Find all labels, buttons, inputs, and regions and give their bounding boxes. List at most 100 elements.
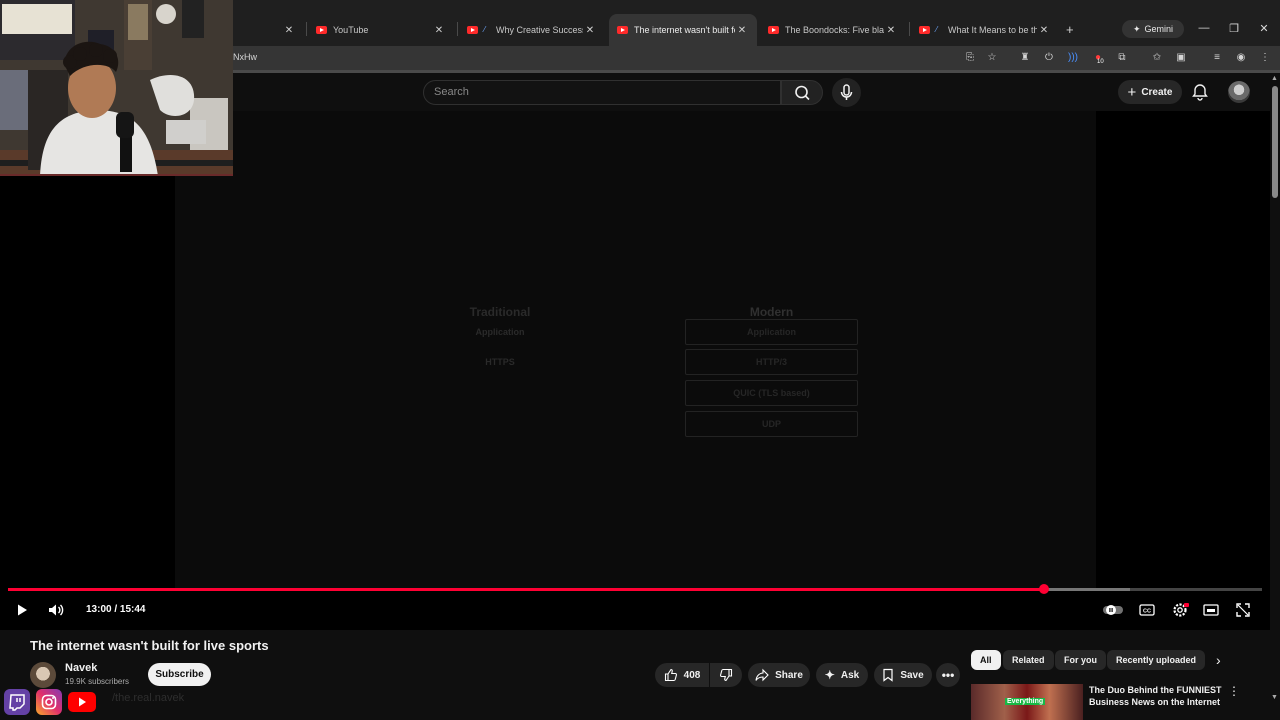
social-icons-overlay (4, 689, 96, 715)
install-app-icon[interactable]: ⎘ (963, 51, 977, 65)
browser-tab[interactable]: ✕ (232, 14, 304, 46)
video-protocol-box: HTTP/3 (685, 349, 858, 375)
chip-recently-uploaded[interactable]: Recently uploaded (1107, 650, 1206, 670)
search-input[interactable]: Search (423, 80, 781, 105)
create-label: Create (1141, 86, 1173, 98)
time-display: 13:00 / 15:44 (86, 604, 146, 615)
play-button[interactable] (12, 600, 32, 620)
tab-close-icon[interactable]: ✕ (583, 25, 597, 36)
play-icon (18, 604, 27, 616)
reading-list-icon[interactable]: ≡ (1210, 51, 1224, 65)
autoplay-toggle[interactable] (1102, 600, 1124, 620)
video-title: The internet wasn't built for live sport… (30, 638, 269, 653)
tab-label: The internet wasn't built for l (634, 25, 735, 35)
notifications-button[interactable] (1190, 82, 1210, 102)
chip-related[interactable]: Related (1003, 650, 1054, 670)
save-button[interactable]: Save (874, 663, 932, 687)
address-bar-url[interactable]: NxHw (233, 52, 257, 62)
thumbs-up-icon (664, 668, 677, 682)
gemini-label: Gemini (1144, 24, 1174, 34)
dislike-button[interactable] (710, 663, 742, 687)
video-frame (175, 111, 1096, 591)
stream-handle-text: /the.real.navek (112, 692, 185, 704)
miniplayer-button[interactable] (1201, 600, 1221, 620)
captions-button[interactable]: CC (1137, 600, 1157, 620)
split-view-icon[interactable]: ▣ (1174, 51, 1188, 65)
gemini-button[interactable]: ✦ Gemini (1122, 20, 1184, 38)
ask-button[interactable]: ✦ Ask (816, 663, 868, 687)
browser-tab[interactable]: The Boondocks: Five black M ✕ (760, 14, 906, 46)
scrollbar-thumb[interactable] (1272, 86, 1278, 198)
scroll-down-arrow-icon[interactable]: ▼ (1271, 694, 1278, 701)
video-protocol-box: QUIC (TLS based) (685, 380, 858, 406)
puzzle-extensions-icon[interactable]: ⧉ (1115, 51, 1129, 65)
minimize-icon[interactable]: — (1196, 22, 1212, 34)
tab-separator (457, 22, 458, 36)
video-left-line: Application (475, 327, 525, 337)
volume-button[interactable] (46, 600, 66, 620)
tab-close-icon[interactable]: ✕ (884, 25, 898, 36)
search-icon (795, 85, 810, 101)
chevron-right-icon[interactable]: › (1216, 652, 1221, 668)
more-actions-button[interactable]: ••• (936, 663, 960, 687)
chip-all[interactable]: All (971, 650, 1001, 670)
browser-tab[interactable]: YouTube ✕ (308, 14, 454, 46)
tab-close-icon[interactable]: ✕ (432, 25, 446, 36)
maximize-icon[interactable]: ❐ (1226, 22, 1242, 35)
fullscreen-icon (1236, 603, 1250, 617)
settings-button[interactable] (1169, 600, 1191, 620)
fullscreen-button[interactable] (1233, 600, 1253, 620)
tab-separator (306, 22, 307, 36)
like-button[interactable]: 408 (655, 663, 709, 687)
audio-icon: ⁄ (936, 25, 938, 34)
miniplayer-icon (1203, 604, 1219, 616)
channel-name[interactable]: Navek (65, 662, 97, 674)
tab-close-icon[interactable]: ✕ (282, 25, 296, 36)
extension-badge: 10 (1097, 59, 1104, 65)
captions-icon: CC (1139, 604, 1155, 616)
create-button[interactable]: + Create (1118, 80, 1182, 104)
browser-tab[interactable]: ⁄ Why Creative Success De ✕ (459, 14, 605, 46)
save-label: Save (900, 669, 924, 681)
share-icon (755, 668, 769, 682)
share-button[interactable]: Share (748, 663, 810, 687)
autoplay-icon (1103, 605, 1123, 615)
subscribe-button[interactable]: Subscribe (148, 663, 211, 686)
video-left-heading: Traditional (469, 305, 531, 319)
webcam-person-image (0, 0, 233, 174)
browser-tab[interactable]: ⁄ What It Means to be the ✕ (911, 14, 1059, 46)
youtube-favicon-icon (919, 26, 930, 34)
power-extension-icon[interactable]: ⏻ (1042, 51, 1056, 65)
account-avatar[interactable] (1228, 81, 1250, 103)
profile-icon[interactable]: ◉ (1234, 51, 1248, 65)
audio-extension-icon[interactable]: ))) (1066, 51, 1080, 65)
tab-close-icon[interactable]: ✕ (1037, 25, 1051, 36)
subscriber-count: 19.9K subscribers (65, 677, 130, 686)
recommended-video-title[interactable]: The Duo Behind the FUNNIEST Business New… (1089, 684, 1223, 720)
new-tab-plus-icon[interactable]: + (1066, 22, 1074, 37)
browser-tab-active[interactable]: The internet wasn't built for l ✕ (609, 14, 757, 46)
tab-label: Why Creative Success De (496, 25, 583, 35)
favorites-icon[interactable]: ✩ (1150, 51, 1164, 65)
extension-icon[interactable]: ♜ (1018, 51, 1032, 65)
instagram-icon (36, 689, 62, 715)
search-button[interactable] (781, 80, 823, 105)
channel-avatar[interactable] (30, 662, 56, 688)
youtube-favicon-icon (617, 26, 628, 34)
close-window-icon[interactable]: ✕ (1256, 22, 1272, 35)
youtube-logo-icon (68, 692, 96, 712)
chip-for-you[interactable]: For you (1055, 650, 1106, 670)
more-horizontal-icon: ••• (941, 668, 955, 682)
bookmark-star-icon[interactable]: ☆ (985, 51, 999, 65)
progress-scrubber[interactable] (1038, 584, 1049, 594)
voice-search-button[interactable] (832, 78, 861, 107)
webcam-overlay (0, 0, 233, 176)
audio-icon: ⁄ (484, 25, 486, 34)
browser-menu-icon[interactable]: ⋮ (1258, 51, 1272, 65)
more-vertical-icon[interactable]: ⋮ (1228, 684, 1240, 698)
video-protocol-box: Application (685, 319, 858, 345)
scroll-up-arrow-icon[interactable]: ▲ (1271, 75, 1278, 82)
tab-label: What It Means to be the (948, 25, 1037, 35)
tab-close-icon[interactable]: ✕ (735, 25, 749, 36)
bookmark-icon (883, 668, 893, 682)
